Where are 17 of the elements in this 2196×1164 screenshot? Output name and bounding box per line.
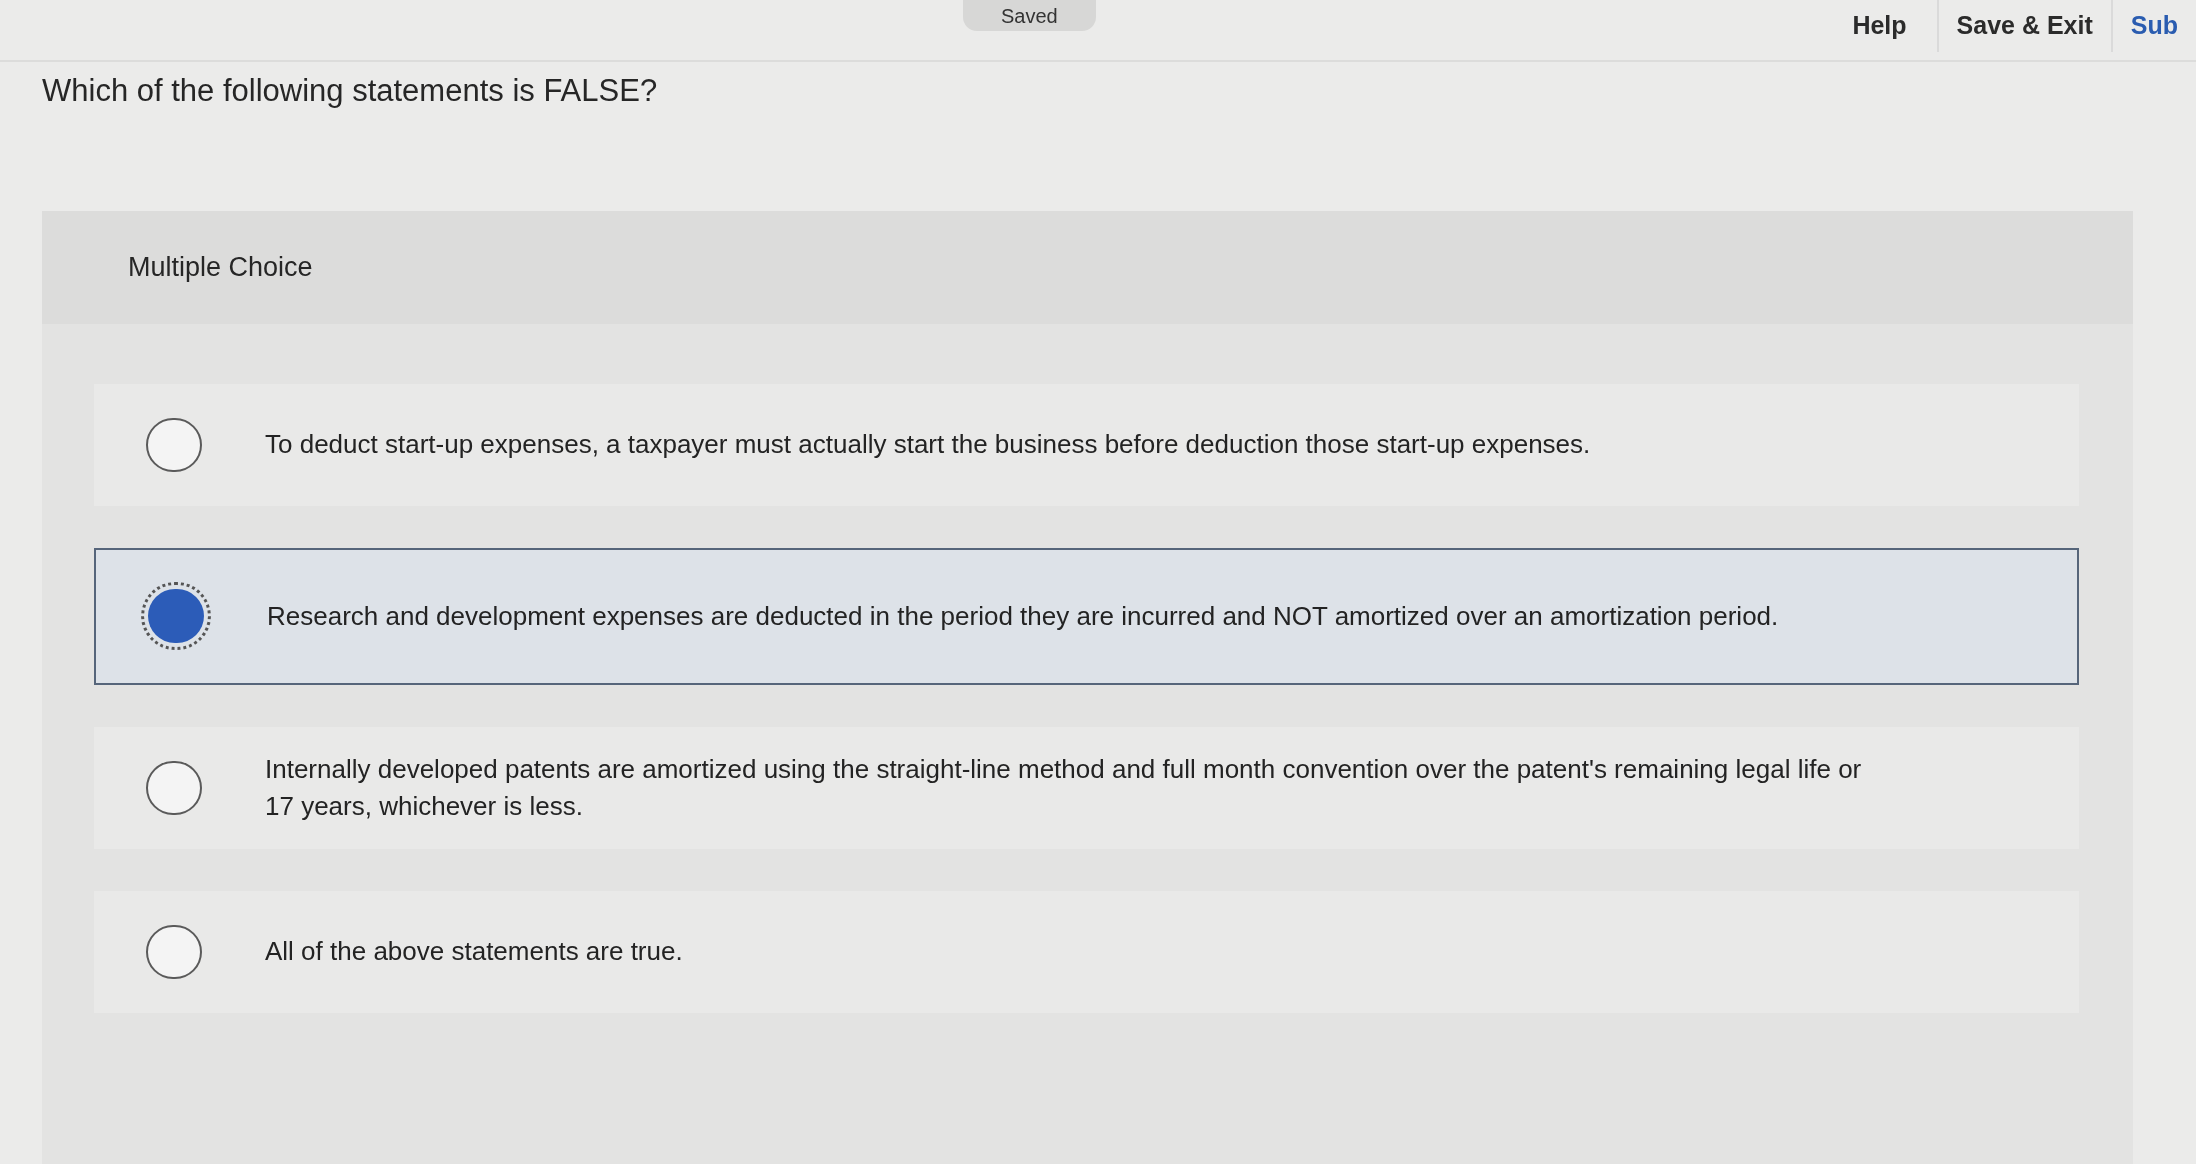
radio-button[interactable] — [146, 417, 202, 472]
top-bar-link[interactable]: Help — [1826, 0, 1937, 52]
question-type-label: Multiple Choice — [128, 250, 313, 284]
option-label: Internally developed patents are amortized using the straight-line method and full month convention over the patent's remaining legal life or 17 years, whichever is less. — [265, 752, 1863, 823]
answer-option[interactable]: Internally developed patents are amortized using the straight-line method and full month convention over the patent's remaining legal life or 17 years, whichever is less. — [94, 726, 2079, 849]
option-label: Research and development expenses are deducted in the period they are incurred and NOT amortized over an amortization period. — [267, 599, 1779, 633]
saved-status: Saved — [963, 0, 1096, 31]
question-text: Which of the following statements is FALSE? — [42, 72, 658, 110]
option-label: All of the above statements are true. — [265, 935, 683, 968]
answer-option[interactable]: To deduct start-up expenses, a taxpayer must actually start the business before deduction those start-up expenses. — [94, 383, 2079, 506]
radio-button[interactable] — [146, 924, 202, 979]
top-bar-link[interactable]: Save & Exit — [1936, 0, 2111, 52]
answer-option[interactable]: Research and development expenses are deducted in the period they are incurred and NOT amortized over an amortization period. — [94, 547, 2079, 685]
submit-link[interactable]: Sub — [2110, 0, 2196, 52]
radio-button[interactable] — [146, 760, 202, 815]
answer-option[interactable]: All of the above statements are true. — [94, 890, 2079, 1013]
option-label: To deduct start-up expenses, a taxpayer must actually start the business before deduction those start-up expenses. — [265, 428, 1591, 461]
